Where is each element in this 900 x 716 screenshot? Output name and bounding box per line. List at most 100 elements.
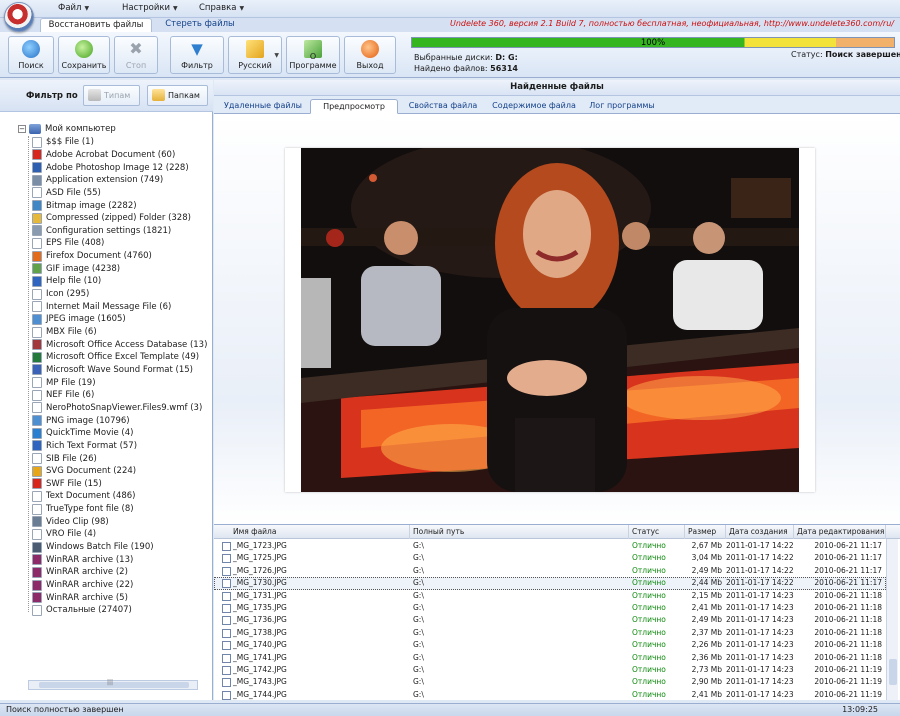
- menu-file[interactable]: Файл ▼: [58, 3, 89, 13]
- tree-item[interactable]: WinRAR archive (2): [32, 566, 128, 579]
- tree-item-label: MP File (19): [46, 377, 96, 388]
- table-row[interactable]: _MG_1741.JPG G:\ Отлично 2,36 Mb 2011-01-17 …: [214, 652, 886, 664]
- stop-button-label: Стоп: [125, 61, 147, 70]
- column-header-modified[interactable]: Дата редактирования: [794, 525, 886, 539]
- cell-size: 2,41 Mb: [691, 689, 722, 699]
- tree-item[interactable]: Compressed (zipped) Folder (328): [32, 212, 191, 225]
- tree-item[interactable]: Internet Mail Message File (6): [32, 300, 171, 313]
- tree-item[interactable]: NEF File (6): [32, 389, 94, 402]
- status-value: Поиск завершен: [825, 50, 900, 59]
- scrollbar-thumb[interactable]: [889, 659, 897, 685]
- tree-root-my-computer[interactable]: − Мой компьютер: [18, 123, 116, 135]
- tree-item[interactable]: Microsoft Office Access Database (13): [32, 338, 207, 351]
- tree-item[interactable]: Configuration settings (1821): [32, 225, 171, 238]
- table-row[interactable]: _MG_1742.JPG G:\ Отлично 2,73 Mb 2011-01-17 …: [214, 664, 886, 676]
- found-files-title: Найденные файлы: [214, 80, 900, 96]
- about-button[interactable]: О Программе: [286, 36, 340, 74]
- tree-item[interactable]: Microsoft Office Excel Template (49): [32, 351, 199, 364]
- tree-item[interactable]: GIF image (4238): [32, 263, 120, 276]
- vertical-scrollbar[interactable]: [886, 539, 898, 700]
- tree-item[interactable]: Help file (10): [32, 275, 101, 288]
- tree-item[interactable]: EPS File (408): [32, 237, 104, 250]
- column-header-created[interactable]: Дата создания: [726, 525, 794, 539]
- cell-status: Отлично: [632, 590, 666, 600]
- tree-item[interactable]: Rich Text Format (57): [32, 440, 137, 453]
- tree-item[interactable]: Остальные (27407): [32, 604, 132, 617]
- tree-item[interactable]: QuickTime Movie (4): [32, 427, 133, 440]
- table-row[interactable]: _MG_1740.JPG G:\ Отлично 2,26 Mb 2011-01-17 …: [214, 639, 886, 651]
- filter-button[interactable]: ▼ Фильтр: [170, 36, 224, 74]
- table-row[interactable]: _MG_1735.JPG G:\ Отлично 2,41 Mb 2011-01-17 …: [214, 602, 886, 614]
- column-header-path[interactable]: Полный путь: [410, 525, 629, 539]
- table-row[interactable]: _MG_1736.JPG G:\ Отлично 2,49 Mb 2011-01-17 …: [214, 614, 886, 626]
- column-header-size[interactable]: Размер: [685, 525, 726, 539]
- cell-size: 2,41 Mb: [691, 603, 722, 612]
- tab-file-contents[interactable]: Содержимое файла: [488, 99, 580, 114]
- tree-item[interactable]: SVG Document (224): [32, 465, 136, 478]
- collapse-icon[interactable]: −: [18, 125, 26, 133]
- file-type-icon: [32, 212, 42, 224]
- tree-item[interactable]: Application extension (749): [32, 174, 163, 187]
- tree-item[interactable]: Microsoft Wave Sound Format (15): [32, 364, 193, 377]
- tab-deleted-files[interactable]: Удаленные файлы: [218, 99, 308, 114]
- stop-button[interactable]: ✖ Стоп: [114, 36, 158, 74]
- tree-item[interactable]: JPEG image (1605): [32, 313, 126, 326]
- tree-item[interactable]: $$$ File (1): [32, 136, 94, 149]
- column-header-name[interactable]: Имя файла: [214, 525, 410, 539]
- tree-item[interactable]: PNG image (10796): [32, 414, 130, 427]
- filter-by-folders-button[interactable]: Папкам: [147, 85, 208, 106]
- tree-item[interactable]: Text Document (486): [32, 490, 136, 503]
- file-type-icon: [32, 402, 42, 414]
- table-row[interactable]: _MG_1744.JPG G:\ Отлично 2,41 Mb 2011-01-17 …: [214, 689, 886, 700]
- cell-modified: 2010-06-21 11:19: [814, 689, 882, 699]
- version-link[interactable]: Undelete 360, версия 2.1 Build 7, полнос…: [450, 19, 894, 28]
- tree-item[interactable]: ASD File (55): [32, 187, 101, 200]
- table-row[interactable]: _MG_1723.JPG G:\ Отлично 2,67 Mb 2011-01-17 …: [214, 540, 886, 552]
- file-preview-pane: [214, 114, 900, 524]
- file-type-icon: [32, 250, 42, 262]
- menu-help[interactable]: Справка ▼: [199, 3, 244, 13]
- tree-item[interactable]: Bitmap image (2282): [32, 199, 137, 212]
- table-row[interactable]: _MG_1725.JPG G:\ Отлично 3,04 Mb 2011-01-17 …: [214, 552, 886, 564]
- language-dropdown[interactable]: Русский ▼: [228, 36, 282, 74]
- tab-program-log[interactable]: Лог программы: [582, 99, 662, 114]
- tree-item[interactable]: TrueType font file (8): [32, 503, 134, 516]
- tab-recover-files[interactable]: Восстановить файлы: [40, 18, 152, 32]
- tree-item[interactable]: VRO File (4): [32, 528, 96, 541]
- tree-item[interactable]: WinRAR archive (13): [32, 553, 133, 566]
- tab-erase-files[interactable]: Стереть файлы: [160, 18, 240, 32]
- tree-item[interactable]: Windows Batch File (190): [32, 541, 154, 554]
- tree-item[interactable]: Icon (295): [32, 288, 89, 301]
- tree-item[interactable]: Video Clip (98): [32, 516, 109, 529]
- table-row[interactable]: _MG_1730.JPG G:\ Отлично 2,44 Mb 2011-01-17 …: [214, 577, 886, 590]
- cell-created: 2011-01-17 14:22: [726, 565, 794, 575]
- save-button[interactable]: Сохранить: [58, 36, 110, 74]
- table-row[interactable]: _MG_1726.JPG G:\ Отлично 2,49 Mb 2011-01-17 …: [214, 565, 886, 577]
- tree-item[interactable]: SIB File (26): [32, 452, 97, 465]
- tab-file-properties[interactable]: Свойства файла: [402, 99, 484, 114]
- tree-item[interactable]: NeroPhotoSnapViewer.Files9.wmf (3): [32, 402, 202, 415]
- filter-by-types-button[interactable]: Типам: [83, 85, 140, 106]
- chevron-down-icon: ▼: [84, 4, 90, 12]
- scrollbar-thumb[interactable]: [39, 682, 189, 688]
- tree-item[interactable]: WinRAR archive (5): [32, 591, 128, 604]
- table-row[interactable]: _MG_1738.JPG G:\ Отлично 2,37 Mb 2011-01-17 …: [214, 627, 886, 639]
- tree-item[interactable]: MP File (19): [32, 376, 96, 389]
- exit-button[interactable]: Выход: [344, 36, 396, 74]
- horizontal-scrollbar[interactable]: |||: [28, 679, 198, 690]
- about-button-label: О Программе: [289, 52, 337, 70]
- tree-item[interactable]: MBX File (6): [32, 326, 97, 339]
- column-header-status[interactable]: Статус: [629, 525, 685, 539]
- menu-settings[interactable]: Настройки ▼: [122, 3, 178, 13]
- tree-item[interactable]: Adobe Photoshop Image 12 (228): [32, 161, 189, 174]
- tree-item[interactable]: WinRAR archive (22): [32, 579, 133, 592]
- tree-item[interactable]: SWF File (15): [32, 478, 102, 491]
- table-row[interactable]: _MG_1743.JPG G:\ Отлично 2,90 Mb 2011-01-17 …: [214, 676, 886, 688]
- tree-item[interactable]: Adobe Acrobat Document (60): [32, 149, 175, 162]
- search-button[interactable]: Поиск: [8, 36, 54, 74]
- table-row[interactable]: _MG_1731.JPG G:\ Отлично 2,15 Mb 2011-01-17 …: [214, 590, 886, 602]
- app-logo-icon[interactable]: [4, 2, 34, 32]
- tree-item[interactable]: Firefox Document (4760): [32, 250, 152, 263]
- file-type-icon: [32, 225, 42, 237]
- tab-file-preview[interactable]: Предпросмотр файла: [310, 99, 398, 124]
